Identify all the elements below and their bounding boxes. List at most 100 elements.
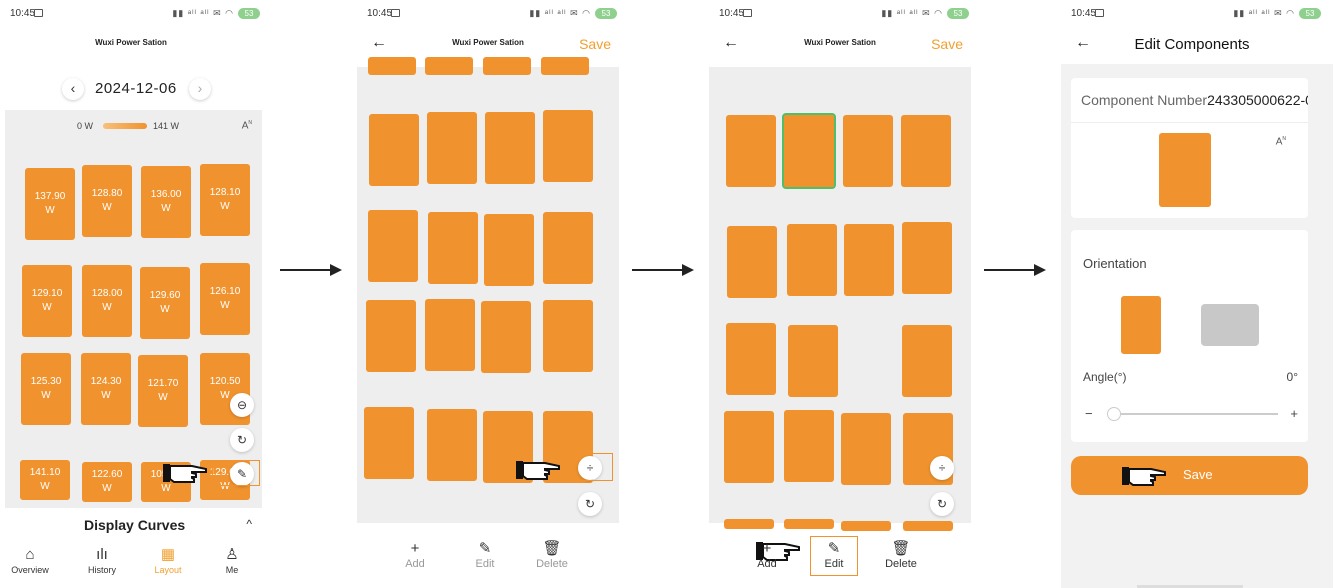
solar-panel[interactable] bbox=[784, 519, 834, 529]
solar-panel[interactable] bbox=[843, 115, 893, 187]
next-date-button[interactable]: › bbox=[189, 78, 211, 100]
solar-panel[interactable] bbox=[903, 521, 953, 531]
solar-panel[interactable]: 141.10 W bbox=[20, 460, 70, 500]
chevron-right-icon: › bbox=[197, 80, 203, 96]
sim-icon bbox=[391, 9, 400, 17]
solar-panel[interactable] bbox=[543, 110, 593, 182]
solar-panel[interactable] bbox=[484, 214, 534, 286]
solar-panel[interactable] bbox=[425, 299, 475, 371]
component-number-label: Component Number bbox=[1081, 92, 1208, 108]
solar-panel[interactable] bbox=[368, 57, 416, 75]
solar-panel[interactable]: 125.30 W bbox=[21, 353, 71, 425]
solar-panel[interactable] bbox=[483, 57, 531, 75]
previous-date-button[interactable]: ‹ bbox=[62, 78, 84, 100]
add-tool-button[interactable]: + Add bbox=[390, 540, 440, 570]
solar-panel[interactable] bbox=[726, 115, 776, 187]
solar-panel[interactable] bbox=[369, 114, 419, 186]
plus-icon: + bbox=[410, 540, 420, 557]
solar-panel[interactable] bbox=[784, 410, 834, 482]
angle-slider-track[interactable] bbox=[1113, 413, 1278, 415]
status-bar: 10:45 ▮▮ ᵃˡˡ ᵃˡˡ ✉ ◠ 53 bbox=[357, 8, 619, 22]
solar-panel[interactable] bbox=[427, 112, 477, 184]
landscape-orientation-option[interactable] bbox=[1201, 304, 1259, 346]
solar-panel[interactable] bbox=[368, 210, 418, 282]
solar-panel[interactable] bbox=[841, 521, 891, 531]
solar-panel[interactable]: 137.90 W bbox=[25, 168, 75, 240]
solar-panel[interactable]: 129.60 W bbox=[140, 267, 190, 339]
edit-tool-button[interactable]: ✎ Edit bbox=[809, 540, 859, 570]
delete-tool-button[interactable]: 🗑 Delete bbox=[876, 540, 926, 570]
panel-power-label: 124.30 W bbox=[90, 376, 122, 401]
card-divider bbox=[1071, 122, 1308, 123]
solar-panel[interactable]: 124.30 W bbox=[81, 353, 131, 425]
save-button[interactable]: Save bbox=[931, 36, 963, 52]
solar-panel[interactable] bbox=[724, 411, 774, 483]
solar-panel[interactable] bbox=[366, 300, 416, 372]
solar-panel[interactable] bbox=[902, 222, 952, 294]
solar-panel[interactable] bbox=[543, 300, 593, 372]
home-icon: ⌂ bbox=[25, 546, 35, 563]
solar-panel[interactable]: 128.10 W bbox=[200, 164, 250, 236]
solar-panel[interactable] bbox=[425, 57, 473, 75]
angle-increase-button[interactable]: + bbox=[1290, 406, 1298, 421]
solar-panel[interactable] bbox=[427, 409, 477, 481]
rotate-button[interactable]: ↻ bbox=[578, 492, 602, 516]
rotate-button[interactable]: ↻ bbox=[930, 492, 954, 516]
solar-panel[interactable] bbox=[543, 212, 593, 284]
edit-tool-button[interactable]: ✎ Edit bbox=[460, 540, 510, 570]
solar-panel[interactable]: 136.00 W bbox=[141, 166, 191, 238]
status-time: 10:45 bbox=[719, 8, 745, 19]
power-legend: 0 W 141 W bbox=[73, 120, 213, 134]
solar-panel[interactable] bbox=[364, 407, 414, 479]
title-bar: ← Wuxi Power Sation Save bbox=[709, 34, 971, 58]
trash-icon: 🗑 bbox=[542, 540, 562, 557]
solar-panel[interactable] bbox=[844, 224, 894, 296]
tool-label: Edit bbox=[824, 558, 844, 570]
chevron-up-icon[interactable]: ^ bbox=[246, 517, 252, 531]
solar-panel[interactable] bbox=[726, 323, 776, 395]
tab-overview[interactable]: ⌂ Overview bbox=[0, 545, 60, 575]
legend-gradient bbox=[103, 123, 147, 129]
delete-tool-button[interactable]: 🗑 Delete bbox=[527, 540, 577, 570]
add-panel-button[interactable]: ÷ bbox=[930, 456, 954, 480]
solar-panel[interactable]: 129.10 W bbox=[22, 265, 72, 337]
solar-panel[interactable] bbox=[481, 301, 531, 373]
display-curves-bar[interactable]: Display Curves ^ bbox=[0, 508, 262, 544]
solar-panel[interactable]: 128.00 W bbox=[82, 265, 132, 337]
solar-panel[interactable] bbox=[901, 115, 951, 187]
portrait-orientation-option[interactable] bbox=[1121, 296, 1161, 354]
solar-panel[interactable] bbox=[787, 224, 837, 296]
solar-panel[interactable] bbox=[902, 325, 952, 397]
tab-me[interactable]: ♙ Me bbox=[202, 545, 262, 575]
pencil-icon: ✎ bbox=[827, 540, 841, 557]
selected-solar-panel[interactable] bbox=[782, 113, 836, 189]
tab-history[interactable]: ılı History bbox=[72, 545, 132, 575]
solar-panel[interactable] bbox=[724, 519, 774, 529]
tool-label: Delete bbox=[885, 558, 917, 570]
angle-slider-thumb[interactable] bbox=[1107, 407, 1121, 421]
panel-power-label: 136.00 W bbox=[150, 189, 182, 214]
panel-power-label: 125.30 W bbox=[30, 376, 62, 401]
solar-panel[interactable]: 126.10 W bbox=[200, 263, 250, 335]
zoom-out-button[interactable]: ⊖ bbox=[230, 393, 254, 417]
sim-icon bbox=[743, 9, 752, 17]
signal-icons: ▮▮ ᵃˡˡ ᵃˡˡ ✉ ◠ bbox=[1233, 8, 1295, 18]
add-tool-button[interactable]: + Add bbox=[742, 540, 792, 570]
solar-panel[interactable] bbox=[541, 57, 589, 75]
solar-panel[interactable] bbox=[841, 413, 891, 485]
solar-panel[interactable]: 128.80 W bbox=[82, 165, 132, 237]
save-button[interactable]: Save bbox=[579, 36, 611, 52]
save-button[interactable]: Save bbox=[1071, 456, 1308, 495]
rotate-button[interactable]: ↻ bbox=[230, 428, 254, 452]
solar-panel[interactable]: 121.70 W bbox=[138, 355, 188, 427]
screen-layout-view: 10:45 ▮▮ ᵃˡˡ ᵃˡˡ ✉ ◠ 53 Wuxi Power Satio… bbox=[0, 0, 262, 588]
angle-decrease-button[interactable]: − bbox=[1085, 406, 1093, 421]
component-number-value: 243305000622-0 bbox=[1207, 92, 1308, 108]
solar-panel[interactable] bbox=[727, 226, 777, 298]
solar-panel[interactable]: 122.60 W bbox=[82, 462, 132, 502]
solar-panel[interactable] bbox=[428, 212, 478, 284]
solar-panel[interactable] bbox=[485, 112, 535, 184]
compass-icon: AN bbox=[241, 120, 252, 132]
tab-layout[interactable]: ▦ Layout bbox=[138, 545, 198, 575]
solar-panel[interactable] bbox=[788, 325, 838, 397]
